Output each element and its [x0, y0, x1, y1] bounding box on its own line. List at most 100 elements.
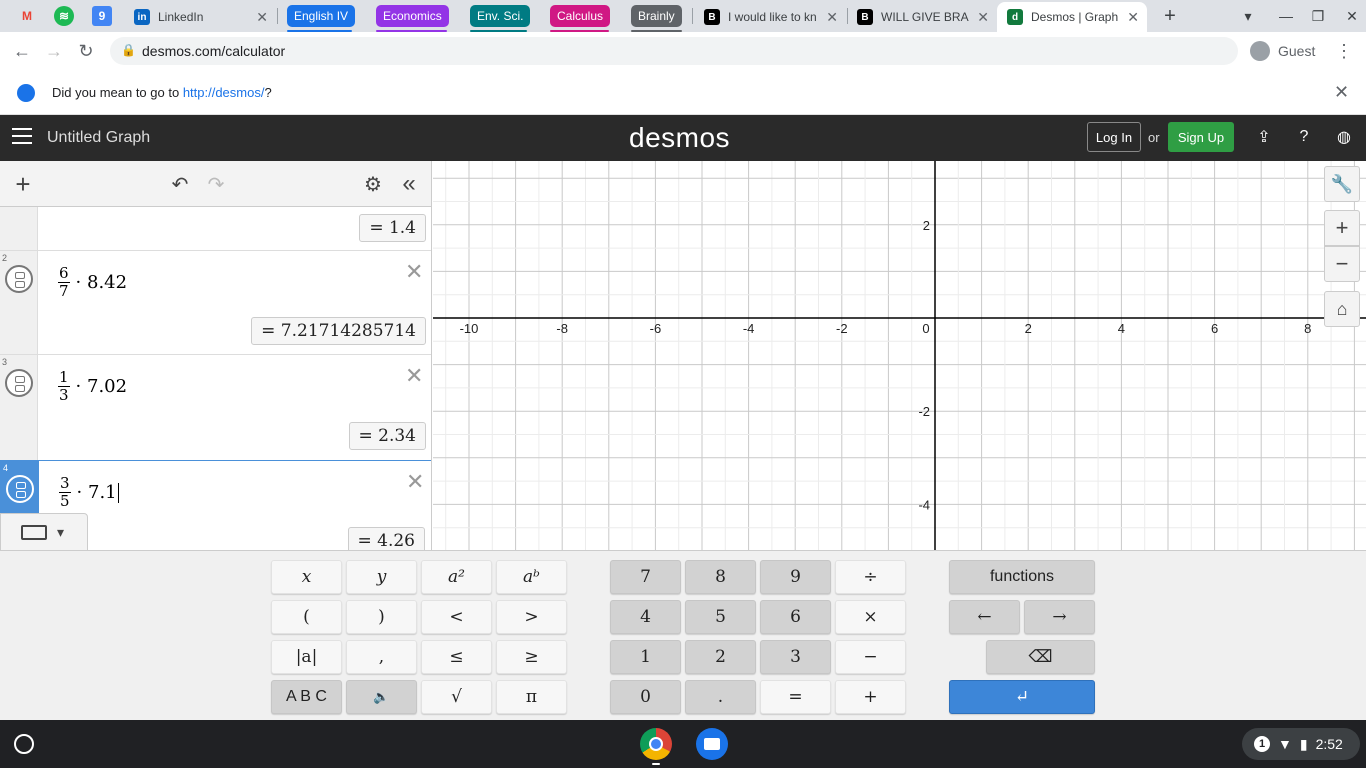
tab-brainly-question[interactable]: B I would like to kn ✕: [696, 2, 846, 32]
tab-group-env-sci[interactable]: Env. Sci.: [470, 5, 531, 27]
delete-expression-icon[interactable]: ✕: [405, 259, 423, 285]
delete-expression-icon[interactable]: ✕: [406, 469, 424, 495]
key-minus[interactable]: −: [835, 640, 906, 674]
backspace-icon[interactable]: ⌫: [986, 640, 1095, 674]
hamburger-menu-icon[interactable]: [12, 128, 32, 146]
key-y[interactable]: y: [346, 560, 417, 594]
expression-row[interactable]: = 1.4: [0, 207, 431, 251]
files-icon[interactable]: [696, 728, 728, 760]
key-greater-than[interactable]: >: [496, 600, 567, 634]
key-less-equal[interactable]: ≤: [421, 640, 492, 674]
key-close-paren[interactable]: ): [346, 600, 417, 634]
profile-button[interactable]: Guest: [1246, 37, 1328, 65]
tab-group-calculus[interactable]: Calculus: [550, 5, 611, 27]
minimize-button[interactable]: —: [1274, 4, 1298, 28]
suggested-url-link[interactable]: http://desmos/: [183, 85, 265, 100]
collapse-panel-icon[interactable]: «: [397, 170, 421, 197]
help-icon[interactable]: ?: [1293, 126, 1315, 148]
key-a-power-b[interactable]: aᵇ: [496, 560, 567, 594]
key-equals[interactable]: =: [760, 680, 831, 714]
graph-title[interactable]: Untitled Graph: [47, 129, 150, 147]
spotify-icon[interactable]: ≋: [54, 6, 74, 26]
sign-up-button[interactable]: Sign Up: [1168, 122, 1234, 152]
key-5[interactable]: 5: [685, 600, 756, 634]
gmail-icon[interactable]: M: [17, 6, 37, 26]
log-in-button[interactable]: Log In: [1087, 122, 1141, 152]
expression-input[interactable]: 13 · 7.02: [58, 370, 127, 403]
kebab-menu-icon[interactable]: ⋮: [1332, 39, 1356, 63]
key-4[interactable]: 4: [610, 600, 681, 634]
share-icon[interactable]: ⇪: [1253, 126, 1275, 148]
status-tray[interactable]: 1 ▼ ▮ 2:52: [1242, 728, 1360, 760]
close-icon[interactable]: ✕: [1334, 82, 1349, 103]
key-x[interactable]: x: [271, 560, 342, 594]
key-multiply[interactable]: ×: [835, 600, 906, 634]
close-icon[interactable]: ✕: [256, 9, 268, 26]
graph-grid[interactable]: -10 -8 -6 -4 -2 0 2 4 6 8 2 -2 -4: [433, 161, 1366, 550]
restore-button[interactable]: ❐: [1306, 4, 1330, 28]
key-greater-equal[interactable]: ≥: [496, 640, 567, 674]
close-icon[interactable]: ✕: [1127, 9, 1139, 26]
gear-icon[interactable]: ⚙: [361, 172, 385, 196]
key-abc[interactable]: A B C: [271, 680, 342, 714]
key-9[interactable]: 9: [760, 560, 831, 594]
key-open-paren[interactable]: (: [271, 600, 342, 634]
key-absolute-value[interactable]: |a|: [271, 640, 342, 674]
right-arrow-icon[interactable]: →: [1024, 600, 1095, 634]
tab-search-icon[interactable]: ▾: [1236, 4, 1260, 28]
tab-linkedin[interactable]: in LinkedIn ✕: [126, 2, 276, 32]
key-8[interactable]: 8: [685, 560, 756, 594]
tab-group-economics[interactable]: Economics: [376, 5, 449, 27]
expression-input[interactable]: 35 · 7.1: [59, 476, 119, 509]
zoom-in-button[interactable]: +: [1324, 210, 1360, 246]
key-less-than[interactable]: <: [421, 600, 492, 634]
redo-icon[interactable]: ↷: [204, 172, 228, 196]
tab-group-english[interactable]: English IV: [287, 5, 356, 27]
key-3[interactable]: 3: [760, 640, 831, 674]
graph-paper[interactable]: -10 -8 -6 -4 -2 0 2 4 6 8 2 -2 -4: [433, 161, 1366, 550]
speaker-icon[interactable]: 🔈: [346, 680, 417, 714]
back-arrow-icon[interactable]: ←: [10, 39, 34, 63]
google-calendar-icon[interactable]: 9: [92, 6, 112, 26]
home-icon[interactable]: ⌂: [1324, 291, 1360, 327]
tab-will-give-brainliest[interactable]: B WILL GIVE BRAIN ✕: [849, 2, 997, 32]
forward-arrow-icon[interactable]: →: [42, 39, 66, 63]
undo-icon[interactable]: ↶: [168, 172, 192, 196]
close-icon[interactable]: ✕: [826, 9, 838, 26]
key-sqrt[interactable]: √: [421, 680, 492, 714]
launcher-icon[interactable]: [14, 734, 34, 754]
delete-expression-icon[interactable]: ✕: [405, 363, 423, 389]
expression-toggle-icon[interactable]: [6, 475, 34, 503]
wrench-icon[interactable]: 🔧: [1324, 166, 1360, 202]
keyboard-toggle-button[interactable]: ▾: [0, 513, 88, 550]
key-7[interactable]: 7: [610, 560, 681, 594]
expression-input[interactable]: 67 · 8.42: [58, 266, 127, 299]
left-arrow-icon[interactable]: ←: [949, 600, 1020, 634]
key-2[interactable]: 2: [685, 640, 756, 674]
tab-desmos-active[interactable]: d Desmos | Graph ✕: [997, 2, 1147, 32]
key-comma[interactable]: ,: [346, 640, 417, 674]
zoom-out-button[interactable]: −: [1324, 246, 1360, 282]
close-window-button[interactable]: ✕: [1340, 4, 1364, 28]
expression-toggle-icon[interactable]: [5, 265, 33, 293]
add-expression-icon[interactable]: +: [11, 169, 35, 199]
functions-button[interactable]: functions: [949, 560, 1095, 594]
language-globe-icon[interactable]: ◍: [1333, 126, 1355, 148]
key-6[interactable]: 6: [760, 600, 831, 634]
tab-group-brainly[interactable]: Brainly: [631, 5, 682, 27]
key-pi[interactable]: π: [496, 680, 567, 714]
address-bar[interactable]: 🔒 desmos.com/calculator: [110, 37, 1238, 65]
chrome-icon[interactable]: [640, 728, 672, 760]
close-icon[interactable]: ✕: [977, 9, 989, 26]
enter-button[interactable]: ↵: [949, 680, 1095, 714]
expression-row[interactable]: 3 13 · 7.02 ✕ = 2.34: [0, 355, 431, 461]
expression-toggle-icon[interactable]: [5, 369, 33, 397]
key-1[interactable]: 1: [610, 640, 681, 674]
expression-row[interactable]: 2 67 · 8.42 ✕ = 7.21714285714: [0, 251, 431, 355]
key-a-squared[interactable]: a²: [421, 560, 492, 594]
key-decimal[interactable]: .: [685, 680, 756, 714]
new-tab-button[interactable]: +: [1158, 4, 1182, 28]
key-divide[interactable]: ÷: [835, 560, 906, 594]
reload-icon[interactable]: ↻: [74, 39, 98, 63]
key-plus[interactable]: +: [835, 680, 906, 714]
